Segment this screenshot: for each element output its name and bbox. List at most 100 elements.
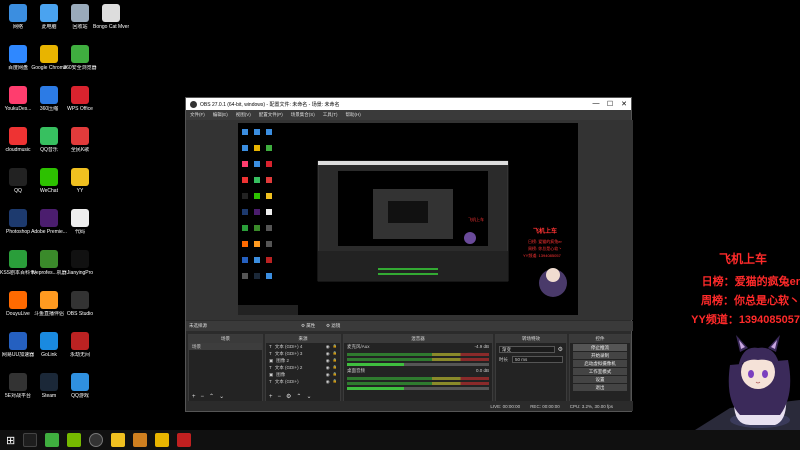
desktop-icon[interactable]: 360安全浏览器 (62, 45, 98, 71)
source-item[interactable]: T 文本 (GDI+) ◉ 🔒 (266, 378, 340, 385)
exit-button[interactable]: 退出 (573, 384, 627, 391)
visibility-eye-icon[interactable]: ◉ (326, 343, 330, 350)
move-up-icon[interactable]: ⌃ (209, 393, 214, 400)
visibility-eye-icon[interactable]: ◉ (326, 357, 330, 364)
menu-tools[interactable]: 工具(T) (323, 112, 338, 118)
taskbar-app-icon[interactable] (177, 433, 192, 447)
add-source-button[interactable]: + (269, 394, 273, 400)
duration-input[interactable]: 50 ms (512, 356, 563, 363)
visibility-eye-icon[interactable]: ◉ (326, 378, 330, 385)
source-item[interactable]: T 文本 (GDI+) 4 ◉ 🔒 (266, 343, 340, 350)
search-icon[interactable] (23, 433, 38, 447)
lock-icon[interactable]: 🔒 (333, 371, 337, 378)
remove-scene-button[interactable]: − (201, 394, 205, 400)
lock-icon[interactable]: 🔒 (333, 343, 337, 350)
visibility-eye-icon[interactable]: ◉ (326, 350, 330, 357)
app-icon (40, 209, 58, 227)
source-item[interactable]: T 文本 (GDI+) 2 ◉ 🔒 (266, 364, 340, 371)
app-icon (9, 291, 27, 309)
start-button[interactable]: ⊞ (6, 434, 15, 447)
move-up-icon[interactable]: ⌃ (296, 393, 301, 400)
source-item[interactable]: ▣ 图像 ◉ 🔒 (266, 371, 340, 378)
lock-icon[interactable]: 🔒 (333, 350, 337, 357)
taskbar-yy-icon[interactable] (111, 433, 126, 447)
menu-edit[interactable]: 编辑(E) (213, 112, 228, 118)
menu-view[interactable]: 视图(V) (236, 112, 251, 118)
desktop-icon[interactable]: WPS Office (62, 86, 98, 112)
taskbar-chrome-icon[interactable] (45, 433, 60, 447)
taskbar-app-icon[interactable] (133, 433, 148, 447)
start-recording-button[interactable]: 开始录制 (573, 352, 627, 359)
scene-item[interactable]: 场景 (189, 343, 262, 350)
source-item[interactable]: ▣ 图像 2 ◉ 🔒 (266, 357, 340, 364)
filters-button[interactable]: ⚙ 滤镜 (326, 321, 340, 331)
app-icon (71, 168, 89, 186)
mixer-channel: 桌面音频 0.0 dB (344, 367, 492, 390)
lock-icon[interactable]: 🔒 (333, 357, 337, 364)
app-icon (9, 127, 27, 145)
volume-meter (347, 353, 489, 356)
desktop-icon[interactable]: YY (62, 168, 98, 194)
visibility-eye-icon[interactable]: ◉ (326, 371, 330, 378)
controls-dock: 控件 停止推流 开始录制 启动虚拟摄像机 工作室模式 设置 退出 (569, 334, 631, 402)
remove-source-button[interactable]: − (278, 394, 282, 400)
volume-slider[interactable] (347, 363, 489, 366)
properties-button[interactable]: ⚙ 属性 (301, 321, 315, 331)
source-settings-icon[interactable]: ⚙ (286, 393, 291, 400)
menu-scene-collection[interactable]: 场景集合(S) (291, 112, 315, 118)
menu-profile[interactable]: 配置文件(P) (259, 112, 283, 118)
lock-icon[interactable]: 🔒 (333, 364, 337, 371)
settings-button[interactable]: 设置 (573, 376, 627, 383)
taskbar-obs-icon[interactable] (89, 433, 104, 447)
move-down-icon[interactable]: ⌄ (219, 393, 224, 400)
mixer-dock-title: 混音器 (344, 335, 492, 343)
menu-help[interactable]: 帮助(H) (346, 112, 361, 118)
add-scene-button[interactable]: + (192, 394, 196, 400)
scenes-dock: 场景 场景 + − ⌃ ⌄ (188, 334, 263, 402)
preview-canvas[interactable]: 飞机上车 飞机上车 日榜: 爱猫的疯兔er 周榜: 你总是心软丶 YY频道: 1… (238, 123, 578, 315)
app-icon (9, 250, 27, 268)
transitions-dock: 转场特效 渐变 ⚙ 时长 50 ms (495, 334, 567, 402)
volume-meter (347, 382, 489, 385)
obs-statusbar: LIVE: 00:00:00 REC: 00:00:00 CPU: 3.2%, … (186, 401, 633, 411)
taskbar-nvidia-icon[interactable] (67, 433, 82, 447)
start-virtual-camera-button[interactable]: 启动虚拟摄像机 (573, 360, 627, 367)
desktop-icon[interactable]: OBS Studio (62, 291, 98, 317)
desktop-icon[interactable]: QQ游戏 (62, 373, 98, 399)
stop-streaming-button[interactable]: 停止推流 (573, 344, 627, 351)
app-icon (71, 373, 89, 391)
close-button[interactable]: ✕ (617, 100, 631, 108)
controls-dock-title: 控件 (570, 335, 630, 343)
transition-settings-icon[interactable]: ⚙ (558, 346, 563, 353)
visibility-eye-icon[interactable]: ◉ (326, 364, 330, 371)
desktop-icon[interactable]: Bongo Cat Mver (93, 4, 129, 30)
taskbar-app-icon[interactable] (155, 433, 170, 447)
obs-window[interactable]: OBS 27.0.1 (64-bit, windows) - 配置文件: 未命名… (185, 97, 633, 412)
app-icon (40, 168, 58, 186)
source-label: 图像 2 (276, 358, 290, 363)
sources-dock-title: 来源 (266, 335, 340, 343)
transitions-dock-title: 转场特效 (496, 335, 566, 343)
svg-text:日榜: 爱猫的疯兔er: 日榜: 爱猫的疯兔er (528, 238, 562, 244)
desktop-icon[interactable]: 全民K歌 (62, 127, 98, 153)
desktop-icon[interactable]: 永劫无间 (62, 332, 98, 358)
anime-avatar-image (695, 335, 800, 430)
source-item[interactable]: T 文本 (GDI+) 3 ◉ 🔒 (266, 350, 340, 357)
cpu-fps: CPU: 3.2%, 30.00 fps (569, 403, 613, 409)
filters-label: 滤镜 (331, 323, 341, 328)
maximize-button[interactable]: ☐ (603, 100, 617, 108)
app-icon (40, 45, 58, 63)
volume-slider[interactable] (347, 387, 489, 390)
minimize-button[interactable]: — (589, 100, 603, 108)
obs-titlebar[interactable]: OBS 27.0.1 (64-bit, windows) - 配置文件: 未命名… (186, 98, 631, 110)
studio-mode-button[interactable]: 工作室模式 (573, 368, 627, 375)
lock-icon[interactable]: 🔒 (333, 378, 337, 385)
transition-select[interactable]: 渐变 (499, 346, 555, 353)
menu-file[interactable]: 文件(F) (190, 112, 205, 118)
desktop-icon[interactable]: 代码 (62, 209, 98, 235)
channel-db: -4.9 dB (474, 344, 489, 349)
move-down-icon[interactable]: ⌄ (306, 393, 311, 400)
desktop-icon-label: OBS Studio (66, 311, 94, 317)
duration-label: 时长 (499, 356, 508, 362)
desktop-icon[interactable]: JianyingPro (62, 250, 98, 276)
